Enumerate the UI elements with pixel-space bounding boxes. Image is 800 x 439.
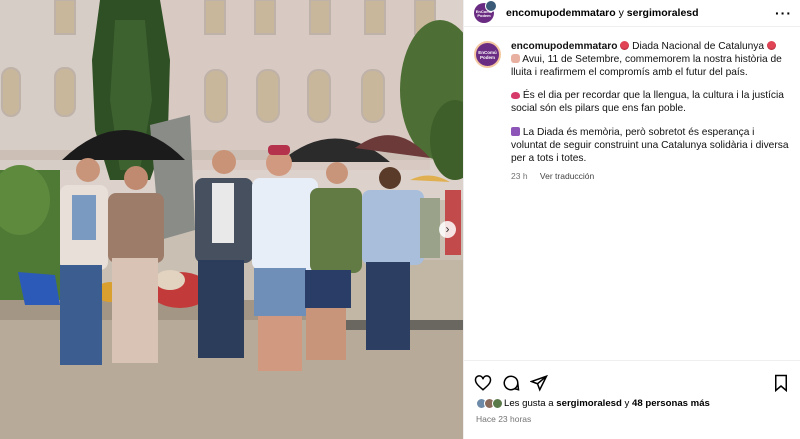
likes-user[interactable]: sergimoralesd [556, 398, 622, 409]
post-actions: Les gusta a sergimoralesd y 48 personas … [464, 360, 800, 439]
caption-avatar[interactable]: EnComú Podem [474, 41, 501, 68]
post-side-panel: EnComú Podem encomupodemmataro y sergimor… [463, 0, 800, 439]
caption-text: encomupodemmataro Diada Nacional de Cata… [511, 41, 789, 183]
next-image-button[interactable]: › [439, 221, 456, 238]
header-user2[interactable]: sergimoralesd [627, 7, 699, 19]
posted-time: Hace 23 horas [476, 414, 532, 424]
caption-paragraph-3: La Diada és memòria, però sobretot és es… [511, 126, 789, 164]
likes-count[interactable]: 48 personas más [632, 398, 710, 409]
liker-avatar [492, 398, 503, 409]
comment-icon[interactable] [502, 374, 520, 392]
lips-icon [511, 92, 520, 100]
caption-paragraph-2: És el dia per recordar que la llengua, l… [511, 90, 784, 115]
caption-username[interactable]: encomupodemmataro [511, 41, 617, 52]
post-photo[interactable]: › [0, 0, 463, 439]
author-avatar[interactable]: EnComú Podem [474, 0, 497, 23]
hand-icon [511, 53, 520, 63]
rose-icon [620, 41, 630, 50]
photo-illustration [0, 0, 463, 439]
send-icon[interactable] [530, 374, 548, 392]
bookmark-icon[interactable] [772, 374, 790, 392]
likes-prefix: Les gusta a [504, 398, 554, 409]
caption-paragraph-1: Avui, 11 de Setembre, commemorem la nost… [511, 53, 782, 78]
caption-time: 23 h [511, 171, 528, 182]
action-icons [464, 361, 800, 395]
rose-icon [766, 41, 776, 50]
caption-area: EnComú Podem encomupodemmataro Diada Naci… [464, 27, 800, 183]
header-joiner: y [618, 7, 624, 19]
caption-title: Diada Nacional de Catalunya [632, 41, 765, 52]
collab-avatar[interactable] [485, 0, 497, 12]
header-user1[interactable]: encomupodemmataro [506, 7, 616, 19]
caption-avatar-logo: EnComú Podem [478, 50, 497, 60]
post-header: EnComú Podem encomupodemmataro y sergimor… [464, 0, 800, 27]
purple-icon [511, 126, 520, 136]
translate-link[interactable]: Ver traducción [540, 171, 594, 181]
header-authors: encomupodemmataro y sergimoralesd [506, 7, 775, 19]
likes-middle: y [624, 398, 630, 409]
ellipsis-icon[interactable]: ··· [775, 5, 792, 21]
liker-avatars [476, 398, 503, 409]
likes-summary[interactable]: Les gusta a sergimoralesd y 48 personas … [464, 395, 800, 409]
heart-icon[interactable] [474, 374, 492, 392]
caption-meta: 23 h Ver traducción [511, 170, 789, 183]
